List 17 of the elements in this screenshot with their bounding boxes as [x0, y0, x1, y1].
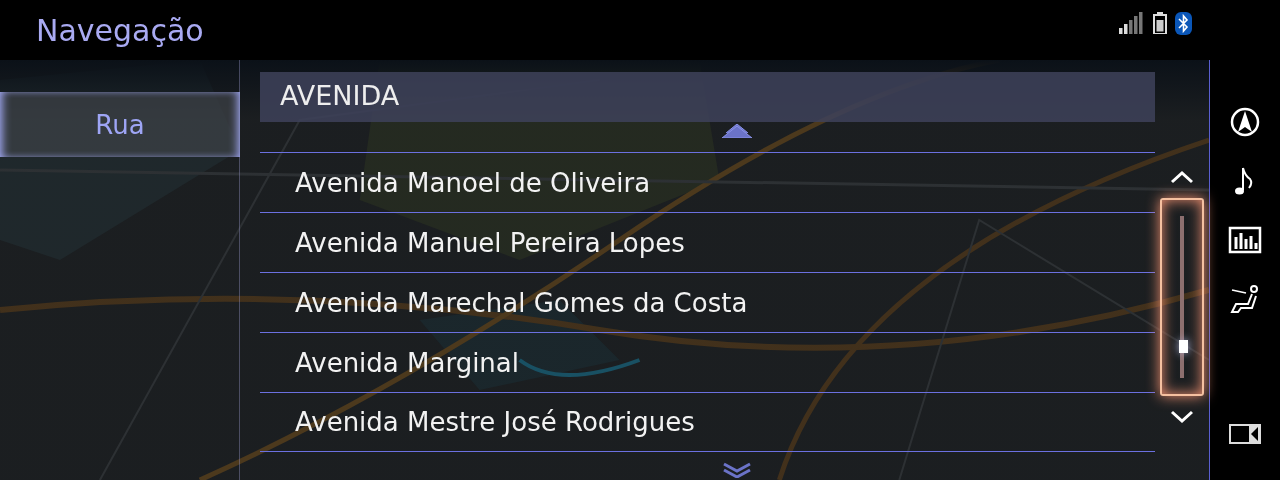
- bluetooth-icon: [1175, 11, 1192, 35]
- battery-icon: [1153, 12, 1167, 34]
- compass-icon[interactable]: [1228, 105, 1262, 139]
- scroll-down-icon[interactable]: [1170, 410, 1194, 424]
- result-item[interactable]: Avenida Mestre José Rodrigues: [260, 392, 1155, 452]
- result-item[interactable]: Avenida Manoel de Oliveira: [260, 152, 1155, 212]
- more-below-indicator-icon: [722, 462, 752, 478]
- screen-title: Navegação: [36, 12, 204, 48]
- category-tab[interactable]: Rua: [0, 92, 240, 157]
- scrollbar[interactable]: [1160, 198, 1204, 396]
- scroll-up-indicator-icon: [722, 124, 752, 138]
- signal-icon: [1119, 12, 1145, 34]
- result-item[interactable]: Avenida Manuel Pereira Lopes: [260, 212, 1155, 272]
- result-item[interactable]: Avenida Marginal: [260, 332, 1155, 392]
- scroll-up-icon[interactable]: [1170, 170, 1194, 184]
- result-item[interactable]: Avenida Marechal Gomes da Costa: [260, 272, 1155, 332]
- search-field[interactable]: AVENIDA: [260, 72, 1155, 122]
